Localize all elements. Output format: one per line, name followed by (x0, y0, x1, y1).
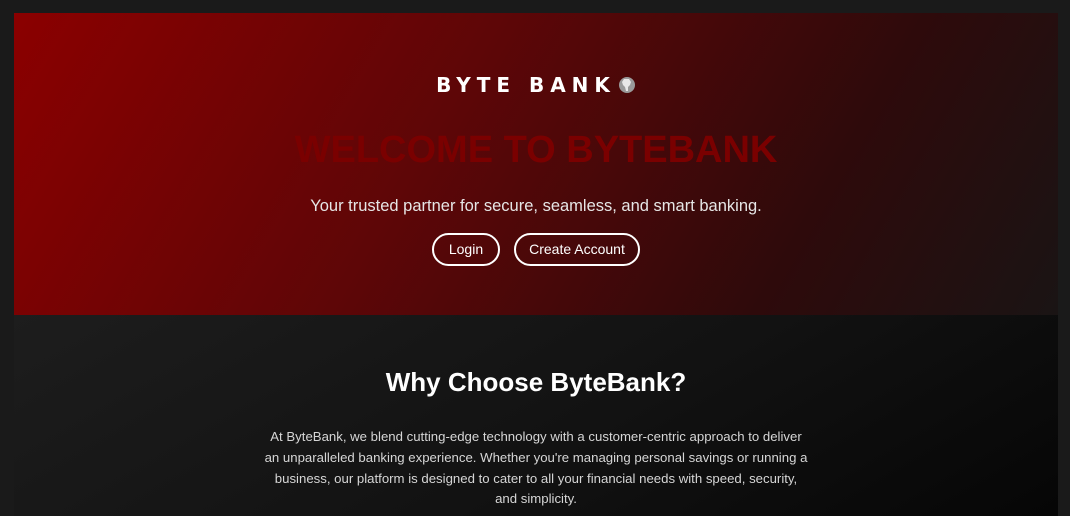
hero-title: WELCOME TO BYTEBANK (294, 129, 778, 171)
why-title: Why Choose ByteBank? (385, 367, 687, 397)
create-account-button[interactable]: Create Account (514, 233, 640, 266)
logo: BYTE BANK (14, 73, 1058, 99)
why-section: Why Choose ByteBank? At ByteBank, we ble… (14, 315, 1058, 516)
hero-buttons: Login Create Account (14, 233, 1058, 266)
logo-text: BYTE BANK (436, 73, 616, 97)
africa-globe-icon (618, 75, 636, 99)
why-body: At ByteBank, we blend cutting-edge techn… (264, 429, 808, 507)
hero-subtitle: Your trusted partner for secure, seamles… (310, 197, 762, 215)
page: BYTE BANK WELCOME TO BYTEBANK Your trust… (14, 13, 1058, 516)
hero-section: BYTE BANK WELCOME TO BYTEBANK Your trust… (14, 13, 1058, 315)
login-button[interactable]: Login (432, 233, 500, 266)
